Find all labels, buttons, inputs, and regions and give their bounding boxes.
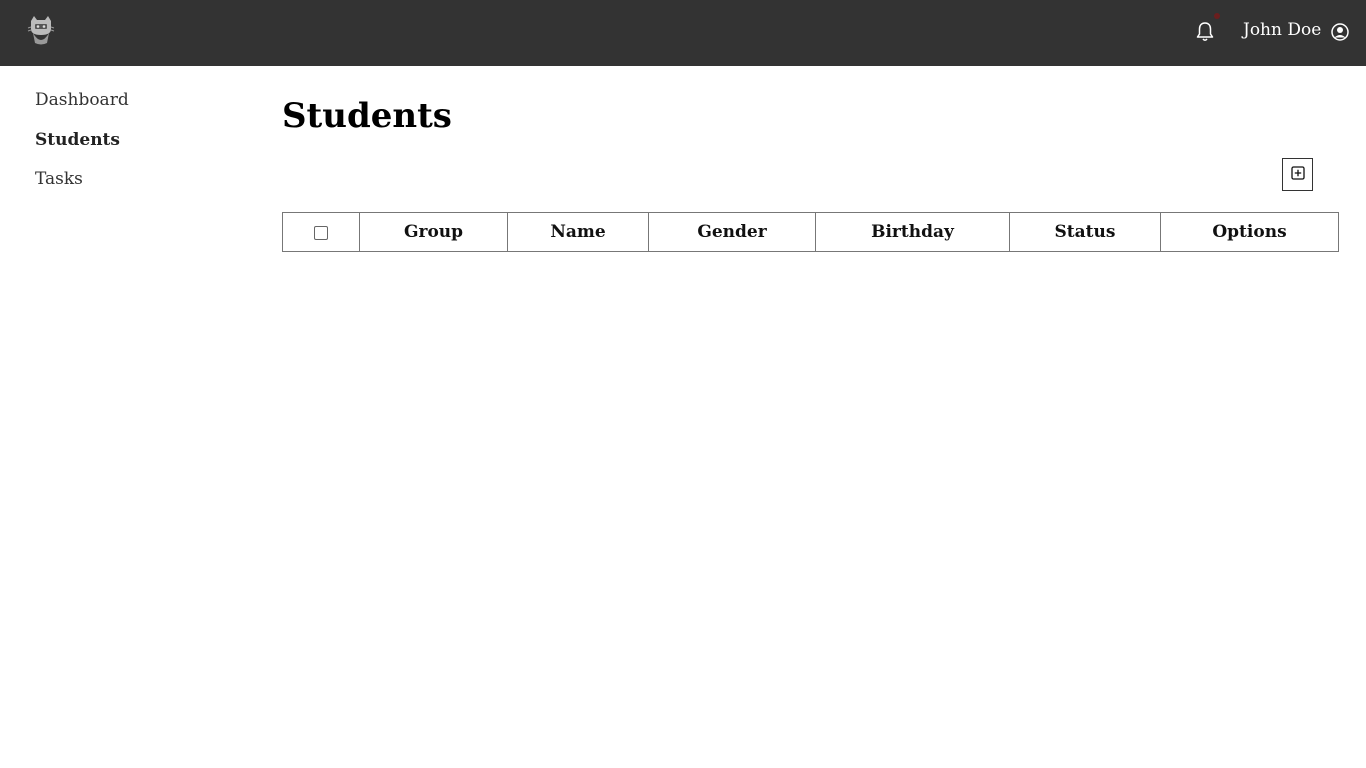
notification-badge <box>1214 13 1220 19</box>
add-student-button[interactable] <box>1282 158 1313 191</box>
page-title: Students <box>282 96 452 136</box>
sidebar-item-dashboard[interactable]: Dashboard <box>35 90 235 110</box>
column-header-birthday[interactable]: Birthday <box>815 212 1010 252</box>
column-header-gender[interactable]: Gender <box>648 212 816 252</box>
column-header-status[interactable]: Status <box>1009 212 1161 252</box>
column-header-options[interactable]: Options <box>1160 212 1339 252</box>
sidebar-nav: Dashboard Students Tasks <box>35 90 235 209</box>
bell-icon[interactable] <box>1195 21 1215 43</box>
column-header-group[interactable]: Group <box>359 212 508 252</box>
sidebar-item-students[interactable]: Students <box>35 130 235 150</box>
students-table: Group Name Gender Birthday Status Option… <box>282 212 1339 252</box>
select-all-checkbox[interactable] <box>314 225 328 240</box>
sidebar-item-tasks[interactable]: Tasks <box>35 169 235 189</box>
user-circle-icon[interactable] <box>1331 23 1349 41</box>
top-navbar: John Doe <box>0 0 1366 66</box>
table-header-row: Group Name Gender Birthday Status Option… <box>282 212 1339 252</box>
cat-mascot-logo-icon[interactable] <box>27 15 55 47</box>
plus-square-icon <box>1290 166 1305 183</box>
column-header-name[interactable]: Name <box>507 212 649 252</box>
select-all-cell <box>282 212 360 252</box>
user-name[interactable]: John Doe <box>1243 20 1321 40</box>
